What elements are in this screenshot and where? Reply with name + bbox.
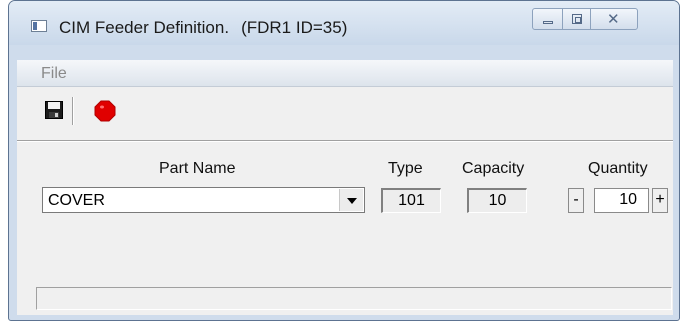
type-label: Type xyxy=(388,160,423,177)
app-window-icon xyxy=(31,20,47,32)
close-icon: ✕ xyxy=(607,11,620,28)
dropdown-button[interactable] xyxy=(339,189,363,211)
quantity-increment-button[interactable]: + xyxy=(652,188,668,213)
title-bar[interactable]: CIM Feeder Definition. (FDR1 ID=35) ✕ xyxy=(9,1,679,45)
part-name-value: COVER xyxy=(48,192,105,209)
minimize-icon xyxy=(543,21,553,24)
maximize-button[interactable] xyxy=(562,8,591,30)
menu-bar: File xyxy=(17,60,673,87)
close-button[interactable]: ✕ xyxy=(590,8,638,30)
client-area: Part Name Type Capacity Quantity COVER 1… xyxy=(17,87,673,315)
capacity-value-field: 10 xyxy=(467,188,527,213)
toolbar-divider xyxy=(17,140,673,142)
chevron-down-icon xyxy=(347,198,357,204)
window-title: CIM Feeder Definition. (FDR1 ID=35) xyxy=(59,18,348,37)
quantity-label: Quantity xyxy=(588,160,648,177)
quantity-decrement-button[interactable]: - xyxy=(568,188,584,213)
toolbar-separator xyxy=(72,97,74,125)
floppy-disk-icon[interactable] xyxy=(45,101,63,119)
quantity-input[interactable]: 10 xyxy=(594,188,649,213)
minimize-button[interactable] xyxy=(532,8,563,30)
part-name-label: Part Name xyxy=(159,160,236,177)
feeder-definition-window: CIM Feeder Definition. (FDR1 ID=35) ✕ Fil… xyxy=(8,0,680,321)
status-bar xyxy=(36,287,672,310)
capacity-label: Capacity xyxy=(462,160,525,177)
menu-item-file[interactable]: File xyxy=(41,65,67,83)
part-name-dropdown[interactable]: COVER xyxy=(42,187,365,213)
maximize-icon xyxy=(572,14,582,24)
type-value-field: 101 xyxy=(381,188,441,213)
stop-sign-icon[interactable] xyxy=(94,100,116,122)
toolbar xyxy=(17,87,673,139)
